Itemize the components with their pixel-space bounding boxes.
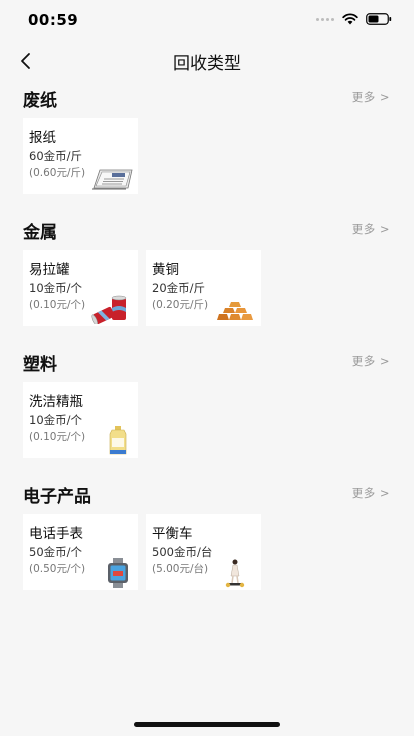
item-card-cans[interactable]: 易拉罐 10金币/个 (0.10元/个) — [23, 250, 138, 326]
section-title: 废纸 — [23, 91, 57, 111]
item-name: 平衡车 — [152, 526, 193, 542]
item-price: (0.10元/个) — [29, 431, 86, 443]
brass-bars-icon — [217, 302, 253, 320]
item-name: 黄铜 — [152, 262, 179, 278]
more-link[interactable]: 更多 > — [352, 353, 390, 369]
newspaper-icon — [92, 169, 133, 190]
page-title: 回收类型 — [173, 54, 241, 74]
section-title: 塑料 — [23, 355, 57, 375]
item-price: (5.00元/台) — [152, 563, 209, 575]
section-header: 塑料 更多 > — [0, 350, 414, 378]
card-list: 易拉罐 10金币/个 (0.10元/个) 黄铜 20金币/斤 (0.20元/斤) — [23, 250, 261, 326]
cellular-signal-icon — [316, 17, 334, 21]
status-icons — [316, 13, 392, 25]
more-link[interactable]: 更多 > — [352, 89, 390, 105]
item-name: 易拉罐 — [29, 262, 70, 278]
item-coins: 10金币/个 — [29, 413, 83, 427]
home-indicator — [134, 722, 280, 727]
nav-bar: 回收类型 — [0, 40, 414, 80]
section-waste-paper: 废纸 更多 > 报纸 60金币/斤 (0.60元/斤) — [0, 86, 414, 194]
item-name: 电话手表 — [29, 526, 83, 542]
item-card-balance-scooter[interactable]: 平衡车 500金币/台 (5.00元/台) — [146, 514, 261, 590]
card-list: 洗洁精瓶 10金币/个 (0.10元/个) — [23, 382, 138, 458]
section-plastic: 塑料 更多 > 洗洁精瓶 10金币/个 (0.10元/个) — [0, 350, 414, 458]
balance-scooter-icon — [225, 559, 245, 588]
detergent-bottle-icon — [109, 426, 127, 455]
item-price: (0.50元/个) — [29, 563, 86, 575]
status-time: 00:59 — [28, 11, 79, 29]
wifi-icon — [342, 13, 358, 25]
item-name: 报纸 — [29, 130, 56, 146]
item-coins: 500金币/台 — [152, 545, 213, 559]
section-header: 电子产品 更多 > — [0, 482, 414, 510]
section-title: 金属 — [23, 223, 57, 243]
item-card-detergent-bottle[interactable]: 洗洁精瓶 10金币/个 (0.10元/个) — [23, 382, 138, 458]
cans-icon — [91, 295, 127, 324]
section-header: 金属 更多 > — [0, 218, 414, 246]
item-name: 洗洁精瓶 — [29, 394, 83, 410]
item-card-smartwatch[interactable]: 电话手表 50金币/个 (0.50元/个) — [23, 514, 138, 590]
more-link[interactable]: 更多 > — [352, 221, 390, 237]
section-title: 电子产品 — [23, 487, 91, 507]
item-coins: 60金币/斤 — [29, 149, 83, 163]
item-card-newspaper[interactable]: 报纸 60金币/斤 (0.60元/斤) — [23, 118, 138, 194]
item-coins: 10金币/个 — [29, 281, 83, 295]
item-coins: 20金币/斤 — [152, 281, 206, 295]
item-coins: 50金币/个 — [29, 545, 83, 559]
item-price: (0.10元/个) — [29, 299, 86, 311]
item-price: (0.60元/斤) — [29, 167, 86, 179]
status-bar: 00:59 — [0, 0, 414, 40]
section-metal: 金属 更多 > 易拉罐 10金币/个 (0.10元/个) 黄铜 20金币/斤 (… — [0, 218, 414, 326]
more-link[interactable]: 更多 > — [352, 485, 390, 501]
item-price: (0.20元/斤) — [152, 299, 209, 311]
section-header: 废纸 更多 > — [0, 86, 414, 114]
screen: 00:59 回收类型 废纸 更多 > 报纸 60金币/斤 (0.60元/斤) 金… — [0, 0, 414, 736]
card-list: 报纸 60金币/斤 (0.60元/斤) — [23, 118, 138, 194]
item-card-brass[interactable]: 黄铜 20金币/斤 (0.20元/斤) — [146, 250, 261, 326]
smartwatch-icon — [108, 558, 128, 588]
card-list: 电话手表 50金币/个 (0.50元/个) 平衡车 500金币/台 (5.00元… — [23, 514, 261, 590]
battery-icon — [366, 13, 392, 25]
section-electronics: 电子产品 更多 > 电话手表 50金币/个 (0.50元/个) 平衡车 500金… — [0, 482, 414, 590]
